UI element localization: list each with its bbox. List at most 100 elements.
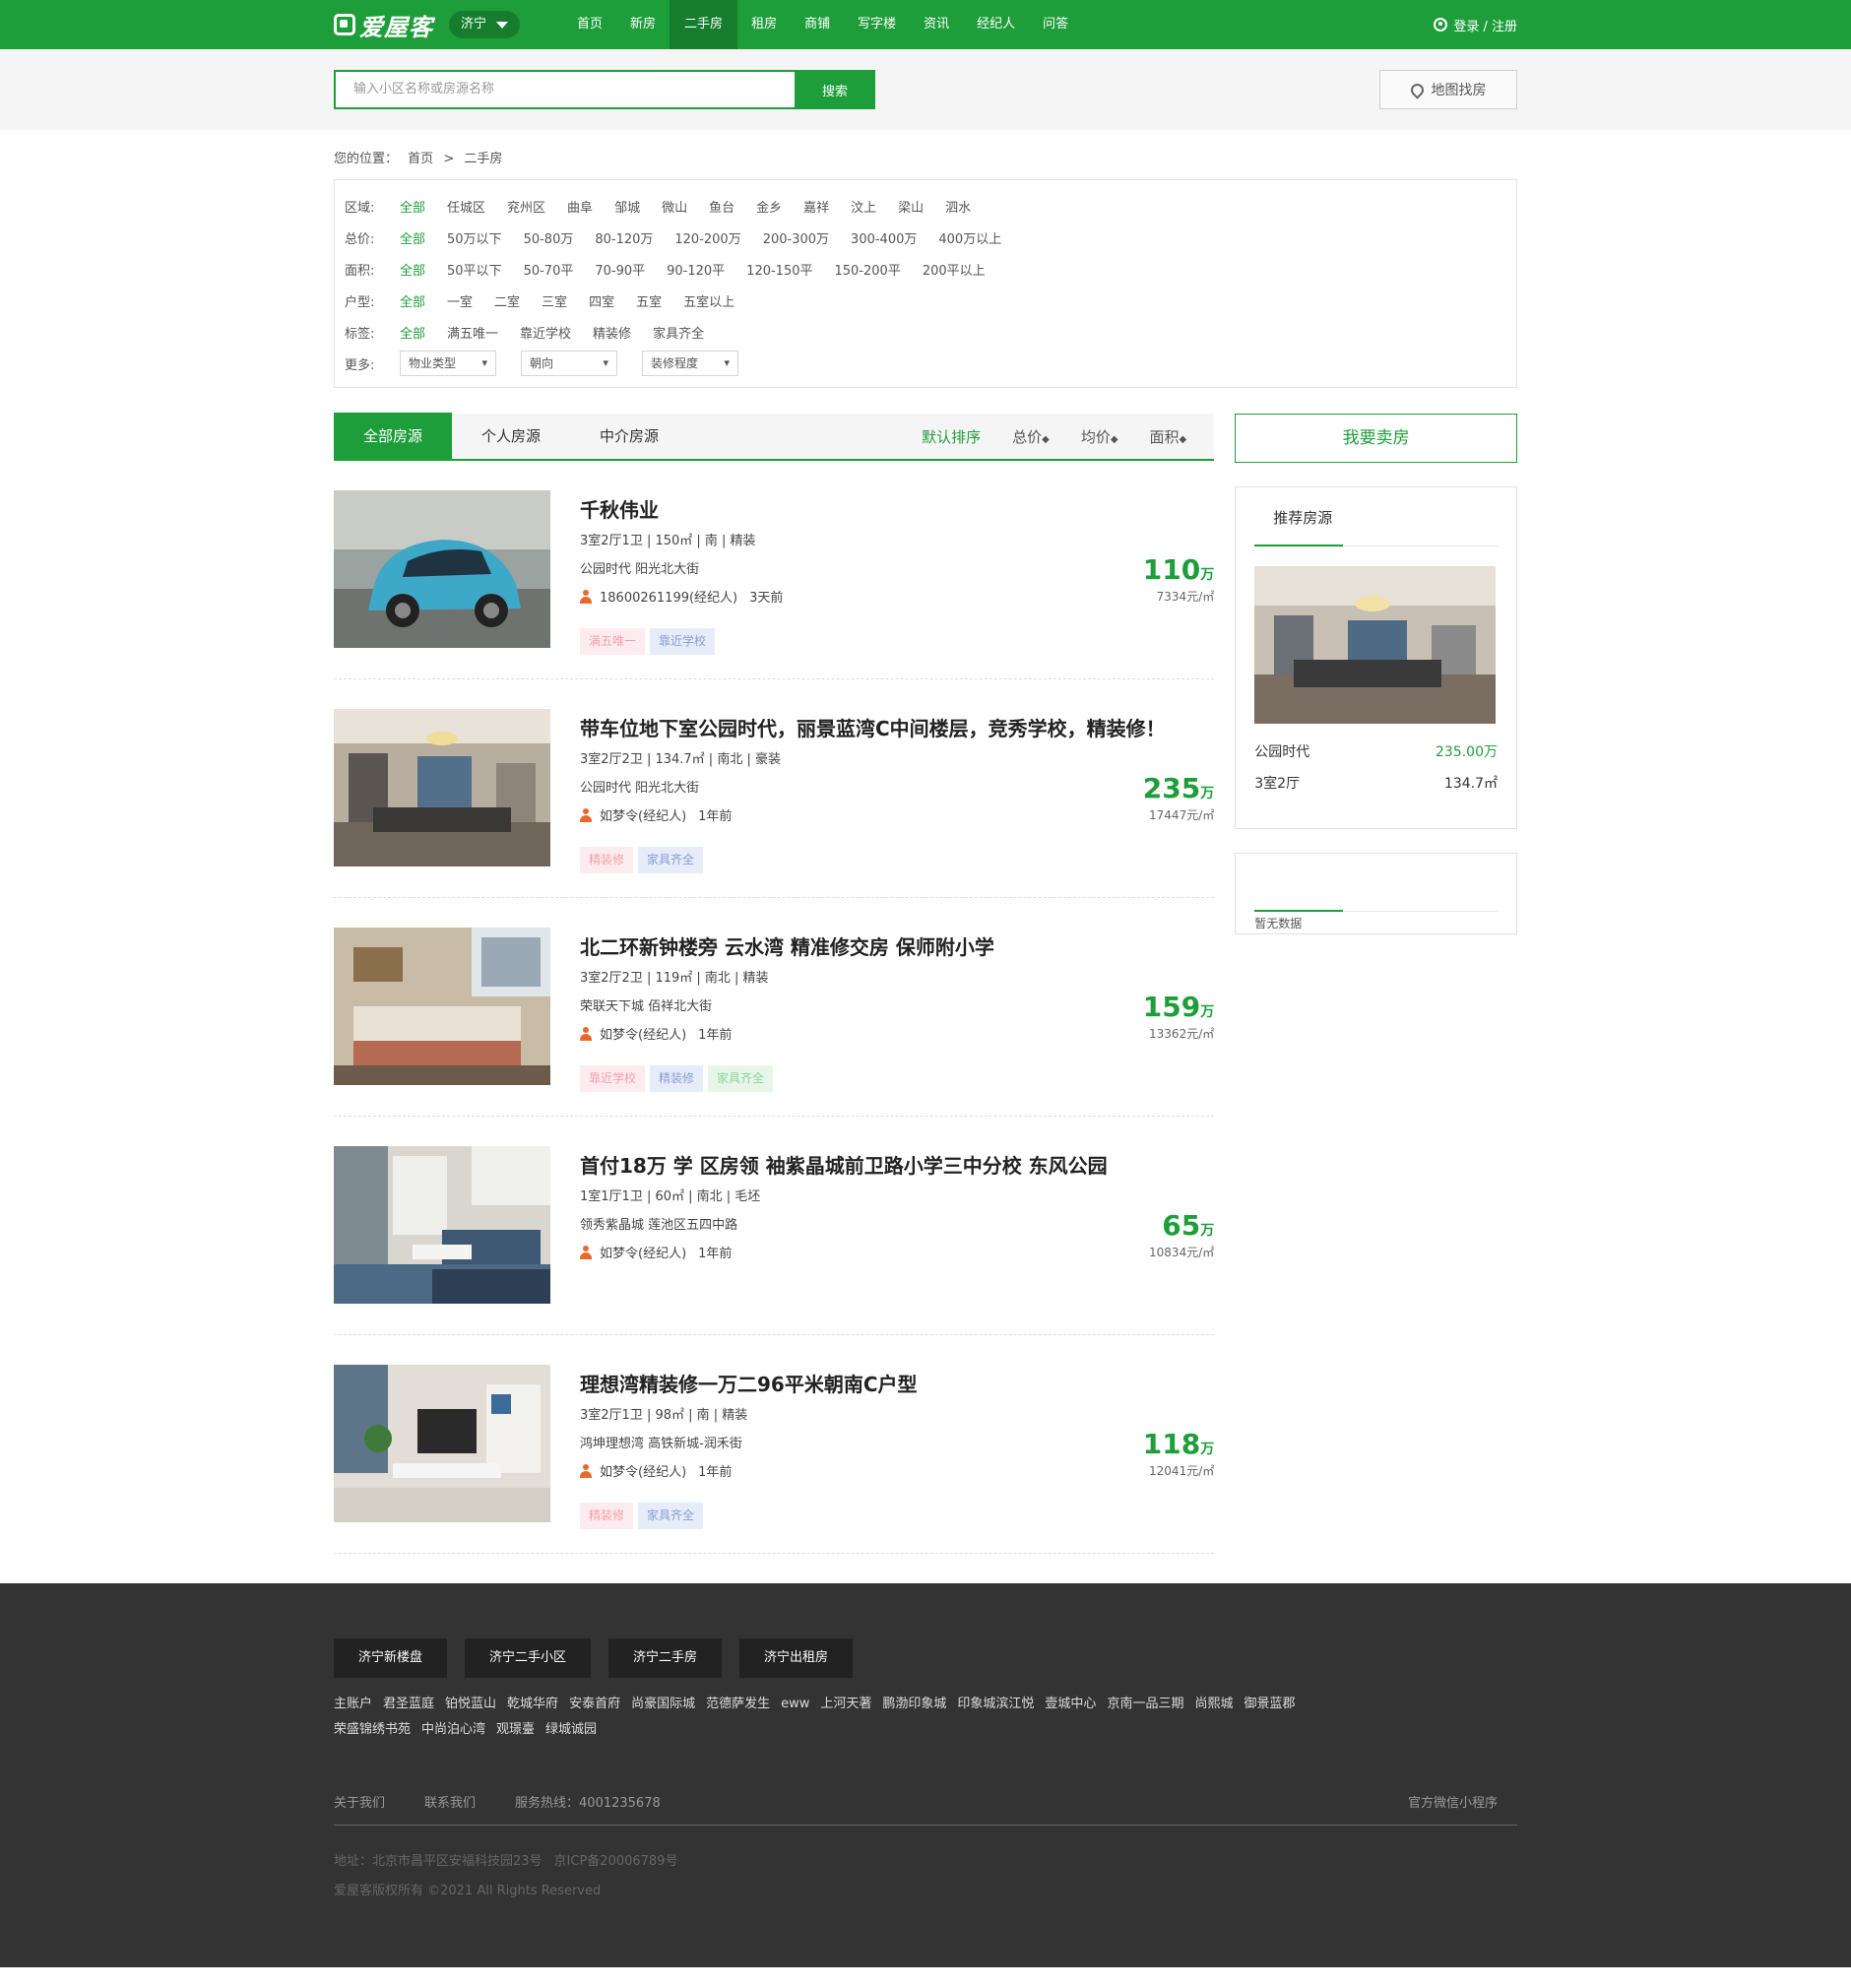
filter-option[interactable]: 邹城 [614,197,640,216]
login-register-link[interactable]: 登录 / 注册 [1434,16,1517,34]
filter-option[interactable]: 全部 [400,197,425,216]
filter-option[interactable]: 鱼台 [709,197,734,216]
site-logo[interactable]: 爱屋客 [334,8,433,42]
listing-title[interactable]: 首付18万 学 区房领 袖紫晶城前卫路小学三中分校 东风公园 [580,1150,1108,1179]
nav-item[interactable]: 首页 [563,0,616,49]
sell-house-button[interactable]: 我要卖房 [1235,414,1517,463]
filter-option[interactable]: 80-120万 [595,228,653,247]
listing-tab[interactable]: 个人房源 [452,413,570,460]
filter-option[interactable]: 全部 [400,228,425,247]
filter-option[interactable]: 50-80万 [524,228,574,247]
filter-option[interactable]: 五室以上 [683,291,734,310]
filter-option[interactable]: 泗水 [945,197,971,216]
footer-link[interactable]: 尚豪国际城 [631,1697,695,1711]
filter-option[interactable]: 满五唯一 [447,323,498,342]
listing-photo[interactable] [334,928,550,1085]
filter-option[interactable]: 兖州区 [507,197,545,216]
listing-photo[interactable] [334,490,550,648]
filter-option[interactable]: 一室 [447,291,473,310]
listing-photo[interactable] [334,1365,550,1522]
filter-select[interactable]: 朝向 [521,351,617,376]
footer-button[interactable]: 济宁出租房 [739,1638,854,1678]
filter-option[interactable]: 梁山 [898,197,924,216]
footer-link[interactable]: 荣盛锦绣书苑 [334,1722,411,1737]
about-link[interactable]: 关于我们 [334,1792,385,1811]
sort-option[interactable]: 总价◆ [1012,426,1050,447]
listing-item[interactable]: 带车位地下室公园时代，丽景蓝湾C中间楼层，竞秀学校，精装修！ 3室2厅2卫 | 1… [334,679,1215,898]
sort-option[interactable]: 默认排序 [922,426,981,447]
filter-option[interactable]: 150-200平 [835,260,901,279]
filter-option[interactable]: 全部 [400,323,425,342]
footer-button[interactable]: 济宁新楼盘 [334,1638,448,1678]
filter-option[interactable]: 家具齐全 [653,323,704,342]
footer-link[interactable]: 绿城诚园 [545,1722,597,1737]
footer-link[interactable]: 主账户 [334,1697,372,1711]
listing-item[interactable]: 首付18万 学 区房领 袖紫晶城前卫路小学三中分校 东风公园 1室1厅1卫 | 6… [334,1117,1215,1335]
filter-option[interactable]: 金乡 [756,197,782,216]
nav-item[interactable]: 资讯 [910,0,963,49]
filter-option[interactable]: 二室 [494,291,520,310]
footer-link[interactable]: 君圣蓝庭 [383,1697,434,1711]
nav-item[interactable]: 问答 [1029,0,1082,49]
footer-link[interactable]: 印象城滨江悦 [957,1697,1034,1711]
footer-link[interactable]: 中尚泊心湾 [421,1722,485,1737]
filter-select[interactable]: 物业类型 [400,351,496,376]
filter-option[interactable]: 50万以下 [447,228,502,247]
footer-link[interactable]: 鹏渤印象城 [882,1697,946,1711]
city-selector[interactable]: 济宁 [449,11,521,38]
filter-option[interactable]: 120-200万 [674,228,740,247]
footer-link[interactable]: 御景蓝郡 [1244,1697,1295,1711]
filter-option[interactable]: 全部 [400,260,425,279]
filter-option[interactable]: 50平以下 [447,260,502,279]
listing-title[interactable]: 理想湾精装修一万二96平米朝南C户型 [580,1369,918,1397]
mini-program-link[interactable]: 官方微信小程序 [1408,1792,1498,1811]
filter-option[interactable]: 全部 [400,291,425,310]
listing-item[interactable]: 千秋伟业 3室2厅1卫 | 150㎡ | 南 | 精装 公园时代 阳光北大街 1860… [334,461,1215,679]
filter-option[interactable]: 50-70平 [524,260,574,279]
filter-option[interactable]: 70-90平 [595,260,645,279]
search-input[interactable]: 输入小区名称或房源名称 [334,70,795,109]
filter-option[interactable]: 400万以上 [938,228,1001,247]
filter-option[interactable]: 120-150平 [746,260,812,279]
footer-link[interactable]: 安泰首府 [569,1697,620,1711]
filter-option[interactable]: 300-400万 [851,228,917,247]
footer-link[interactable]: 壹城中心 [1045,1697,1096,1711]
listing-item[interactable]: 北二环新钟楼旁 云水湾 精准修交房 保师附小学 3室2厅2卫 | 119㎡ | 南… [334,898,1215,1117]
filter-option[interactable]: 靠近学校 [520,323,571,342]
sort-option[interactable]: 均价◆ [1081,426,1118,447]
breadcrumb-home[interactable]: 首页 [408,152,433,166]
footer-link[interactable]: 范德萨发生 [706,1697,770,1711]
icp-text[interactable]: 京ICP备20006789号 [554,1854,678,1869]
search-button[interactable]: 搜索 [795,70,875,109]
contact-link[interactable]: 联系我们 [424,1792,476,1811]
filter-option[interactable]: 嘉祥 [803,197,829,216]
listing-title[interactable]: 北二环新钟楼旁 云水湾 精准修交房 保师附小学 [580,931,994,960]
recommend-photo[interactable] [1254,566,1497,724]
nav-item[interactable]: 二手房 [670,0,738,49]
footer-link[interactable]: 铂悦蓝山 [445,1697,496,1711]
footer-link[interactable]: 上河天著 [820,1697,871,1711]
footer-link[interactable]: 观璟臺 [496,1722,535,1737]
nav-item[interactable]: 租房 [737,0,791,49]
recommend-name[interactable]: 公园时代 [1254,741,1309,761]
listing-item[interactable]: 理想湾精装修一万二96平米朝南C户型 3室2厅1卫 | 98㎡ | 南 | 精装鸿… [334,1335,1215,1554]
filter-option[interactable]: 五室 [636,291,662,310]
filter-option[interactable]: 四室 [589,291,614,310]
footer-button[interactable]: 济宁二手房 [608,1638,723,1678]
filter-select[interactable]: 装修程度 [642,351,738,376]
filter-option[interactable]: 三室 [542,291,567,310]
footer-link[interactable]: 京南一品三期 [1107,1697,1183,1711]
listing-photo[interactable] [334,709,550,866]
map-search-button[interactable]: 地图找房 [1379,70,1517,109]
listing-photo[interactable] [334,1146,550,1304]
filter-option[interactable]: 曲阜 [567,197,593,216]
listing-tab[interactable]: 全部房源 [334,413,452,460]
filter-option[interactable]: 90-120平 [667,260,725,279]
listing-title[interactable]: 带车位地下室公园时代，丽景蓝湾C中间楼层，竞秀学校，精装修！ [580,713,1166,741]
listing-title[interactable]: 千秋伟业 [580,494,659,523]
nav-item[interactable]: 写字楼 [844,0,910,49]
footer-link[interactable]: eww [781,1697,809,1711]
filter-option[interactable]: 微山 [662,197,687,216]
nav-item[interactable]: 商铺 [791,0,844,49]
filter-option[interactable]: 200平以上 [923,260,986,279]
